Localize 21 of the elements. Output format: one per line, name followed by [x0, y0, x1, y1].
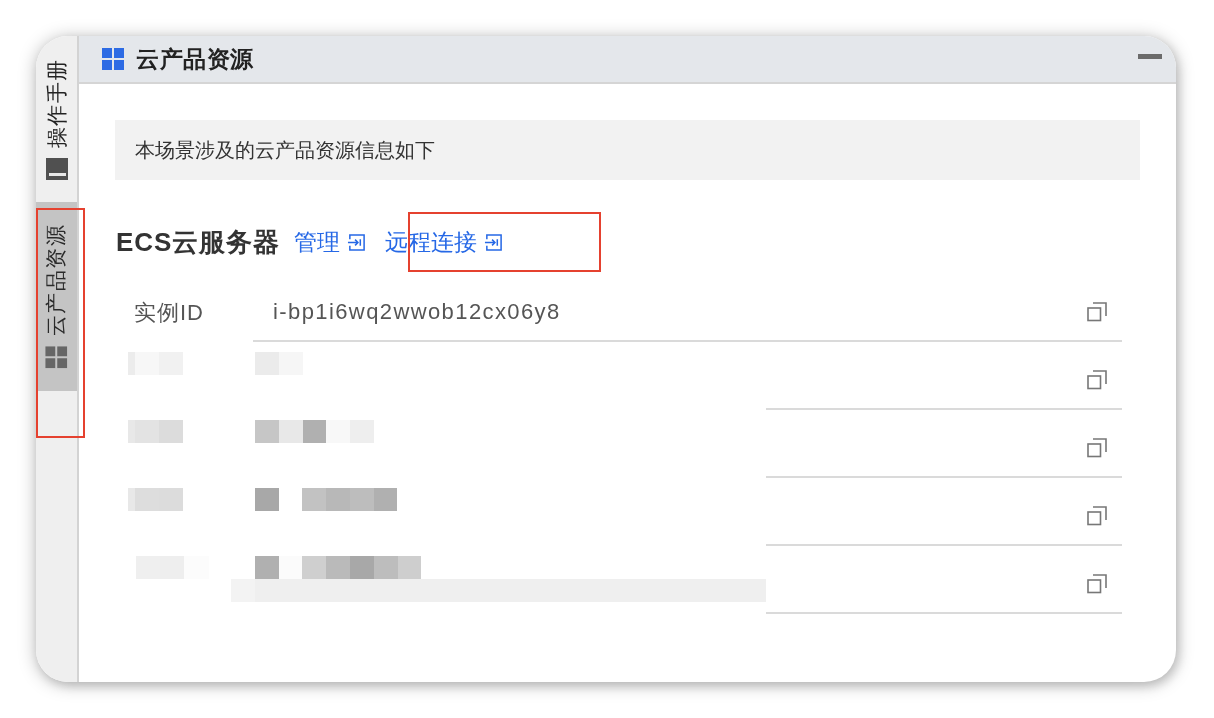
- arrow-box-icon: [347, 232, 367, 252]
- panel-title: 云产品资源: [136, 44, 254, 74]
- grid-icon: [45, 346, 68, 369]
- field-value: i-bp1i6wq2wwob12cx06y8: [273, 299, 561, 325]
- pixelated-label: [128, 488, 183, 511]
- arrow-box-icon: [484, 232, 504, 252]
- copy-icon[interactable]: [1087, 302, 1107, 322]
- action-link[interactable]: 远程连接: [385, 226, 504, 258]
- action-link[interactable]: 管理: [294, 226, 367, 258]
- sidebar-tab[interactable]: 操作手册: [36, 36, 77, 202]
- grid-icon: [102, 48, 124, 70]
- section-title: ECS云服务器: [116, 225, 281, 259]
- pixelated-label: [128, 420, 183, 443]
- copy-icon[interactable]: [1087, 370, 1107, 390]
- copy-icon[interactable]: [1087, 506, 1107, 526]
- field-label: 实例ID: [134, 299, 204, 327]
- book-icon: [45, 158, 68, 180]
- info-banner: 本场景涉及的云产品资源信息如下: [115, 120, 1140, 180]
- copy-icon[interactable]: [1087, 438, 1107, 458]
- copy-icon[interactable]: [1087, 574, 1107, 594]
- minimize-icon: [1138, 54, 1162, 59]
